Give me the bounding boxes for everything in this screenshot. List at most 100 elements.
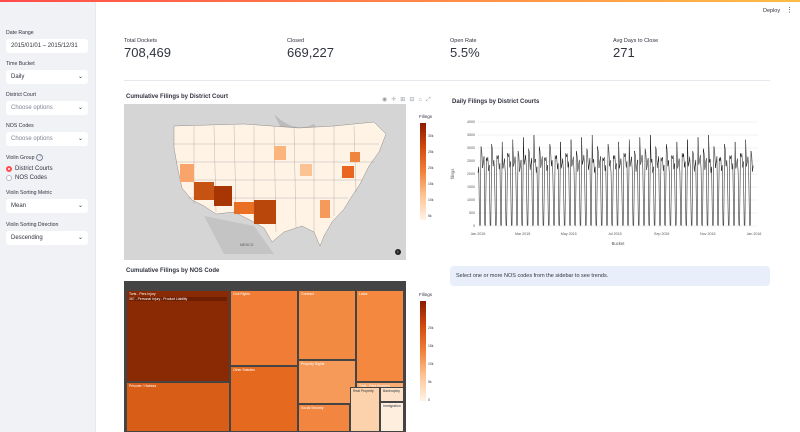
colorbar-tick: 30k	[428, 134, 434, 138]
treemap-cell[interactable]: Contract	[298, 290, 356, 360]
radio-unselected-icon	[6, 175, 12, 181]
treemap-cell[interactable]: Social Security	[298, 404, 350, 432]
treemap[interactable]: Torts - Pers Injury 367 - Personal Injur…	[124, 281, 406, 432]
time-bucket-select[interactable]: Daily ⌄	[6, 70, 88, 84]
violin-group-label-text: Violin Group	[6, 154, 35, 161]
radio-nos-codes[interactable]: NOS Codes	[6, 175, 47, 181]
date-range-input[interactable]: 2015/01/01 – 2015/12/31	[6, 39, 88, 53]
radio-label: District Courts	[15, 166, 53, 172]
treemap-cell[interactable]: Torts - Pers Injury 367 - Personal Injur…	[126, 290, 230, 382]
chevron-down-icon: ⌄	[77, 105, 83, 111]
metric-value: 708,469	[124, 45, 171, 60]
treemap-cell[interactable]: Bankruptcy	[380, 387, 404, 402]
violin-direction-label: Violin Sorting Direction	[6, 222, 59, 228]
us-map-svg	[124, 104, 406, 260]
x-tick-label: Jul 2015	[608, 232, 622, 236]
colorbar-tick: 20k	[428, 166, 434, 170]
metric-value: 271	[613, 45, 635, 60]
y-tick-label: 2500	[467, 159, 475, 163]
metric-label: Total Dockets	[124, 38, 158, 44]
treemap-cell-sub: 367 - Personal Injury - Product Liabilit…	[129, 297, 227, 301]
violin-direction-value: Descending	[11, 235, 43, 241]
colorbar-tick: 0	[428, 398, 430, 402]
top-accent-line	[0, 0, 800, 2]
metric-label: Closed	[287, 38, 305, 44]
violin-metric-value: Mean	[11, 203, 27, 209]
map-chart-title: Cumulative Filings by District Court	[126, 94, 229, 100]
y-tick-label: 3000	[467, 146, 475, 150]
metric-label: Avg Days to Close	[613, 38, 659, 44]
y-tick-label: 3500	[467, 133, 475, 137]
colorbar-tick: 15k	[428, 182, 434, 186]
kebab-menu-icon[interactable]: ⋮	[786, 6, 793, 14]
y-tick-label: 2000	[467, 172, 475, 176]
treemap-chart-title: Cumulative Filings by NOS Code	[126, 268, 220, 274]
country-label: MEXICO	[240, 243, 254, 247]
x-tick-label: Mar 2015	[515, 232, 530, 236]
treemap-cell[interactable]: Other Statutes	[230, 366, 298, 432]
x-tick-label: Sep 2015	[654, 232, 669, 236]
violin-group-label: Violin Group?	[6, 154, 44, 161]
violin-direction-select[interactable]: Descending ⌄	[6, 231, 88, 245]
sidebar: Date Range 2015/01/01 – 2015/12/31 Time …	[0, 2, 96, 432]
date-range-label: Date Range	[6, 30, 34, 36]
info-icon[interactable]: i	[395, 249, 401, 255]
metric-value: 669,227	[287, 45, 334, 60]
nos-codes-label: NOS Codes	[6, 123, 34, 129]
nos-codes-placeholder: Choose options	[11, 136, 53, 142]
divider	[124, 80, 770, 81]
pan-icon[interactable]: ✛	[391, 97, 400, 103]
treemap-cell[interactable]: Civil Rights	[230, 290, 298, 366]
colorbar	[420, 123, 426, 220]
treemap-cell-label: Torts - Pers Injury	[129, 292, 156, 296]
time-bucket-label: Time Bucket	[6, 61, 35, 67]
treemap-cell[interactable]: Real Property	[350, 387, 380, 432]
violin-metric-select[interactable]: Mean ⌄	[6, 199, 88, 213]
metric-label: Open Rate	[450, 38, 477, 44]
y-tick-label: 4000	[467, 120, 475, 124]
chevron-down-icon: ⌄	[77, 203, 83, 209]
colorbar-tick: 25k	[428, 150, 434, 154]
radio-selected-icon	[6, 166, 12, 172]
choropleth-map[interactable]: MEXICO i	[124, 104, 406, 260]
home-icon[interactable]: ⌂	[418, 97, 426, 103]
treemap-cell[interactable]: Immigration	[380, 402, 404, 432]
colorbar-tick: 10k	[428, 362, 434, 366]
colorbar-tick: 15k	[428, 344, 434, 348]
nos-codes-select[interactable]: Choose options ⌄	[6, 132, 88, 146]
district-court-label: District Court	[6, 92, 36, 98]
metric-value: 5.5%	[450, 45, 480, 60]
chevron-down-icon: ⌄	[77, 74, 83, 80]
treemap-cell[interactable]: Property Rights	[298, 360, 356, 404]
district-court-select[interactable]: Choose options ⌄	[6, 101, 88, 115]
x-axis-title: Bucket	[612, 241, 626, 246]
district-court-placeholder: Choose options	[11, 105, 53, 111]
colorbar-tick: 20k	[428, 326, 434, 330]
treemap-cell[interactable]: Prisoner / Habeas	[126, 382, 230, 432]
chart-toolbar: ◉✛⊞⊟⌂⤢	[382, 96, 435, 104]
colorbar-tick: 5k	[428, 380, 432, 384]
colorbar	[420, 301, 426, 401]
info-message: Select one or more NOS codes from the si…	[450, 266, 770, 286]
y-tick-label: 1500	[467, 185, 475, 189]
time-bucket-value: Daily	[11, 74, 25, 80]
colorbar-title: Filings	[419, 292, 433, 297]
help-icon[interactable]: ?	[36, 154, 44, 161]
zoom-in-icon[interactable]: ⊞	[400, 97, 409, 103]
fullscreen-icon[interactable]: ⤢	[426, 97, 435, 103]
chevron-down-icon: ⌄	[77, 235, 83, 241]
y-tick-label: 0	[473, 224, 475, 228]
treemap-cell[interactable]: Labor	[356, 290, 404, 382]
y-tick-label: 1000	[467, 198, 475, 202]
radio-label: NOS Codes	[15, 175, 48, 181]
x-tick-label: May 2015	[561, 232, 577, 236]
deploy-button[interactable]: Deploy	[763, 8, 780, 14]
x-tick-label: Nov 2015	[700, 232, 715, 236]
radio-district-courts[interactable]: District Courts	[6, 166, 53, 172]
y-tick-label: 500	[469, 211, 475, 215]
line-chart[interactable]: 0 500 1000 1500 2000 2500 3000 3500 4000 Jan 2015…	[448, 114, 768, 254]
violin-metric-label: Violin Sorting Metric	[6, 190, 53, 196]
zoom-out-icon[interactable]: ⊟	[409, 97, 418, 103]
y-axis-title: filings	[450, 169, 455, 180]
camera-icon[interactable]: ◉	[382, 97, 391, 103]
